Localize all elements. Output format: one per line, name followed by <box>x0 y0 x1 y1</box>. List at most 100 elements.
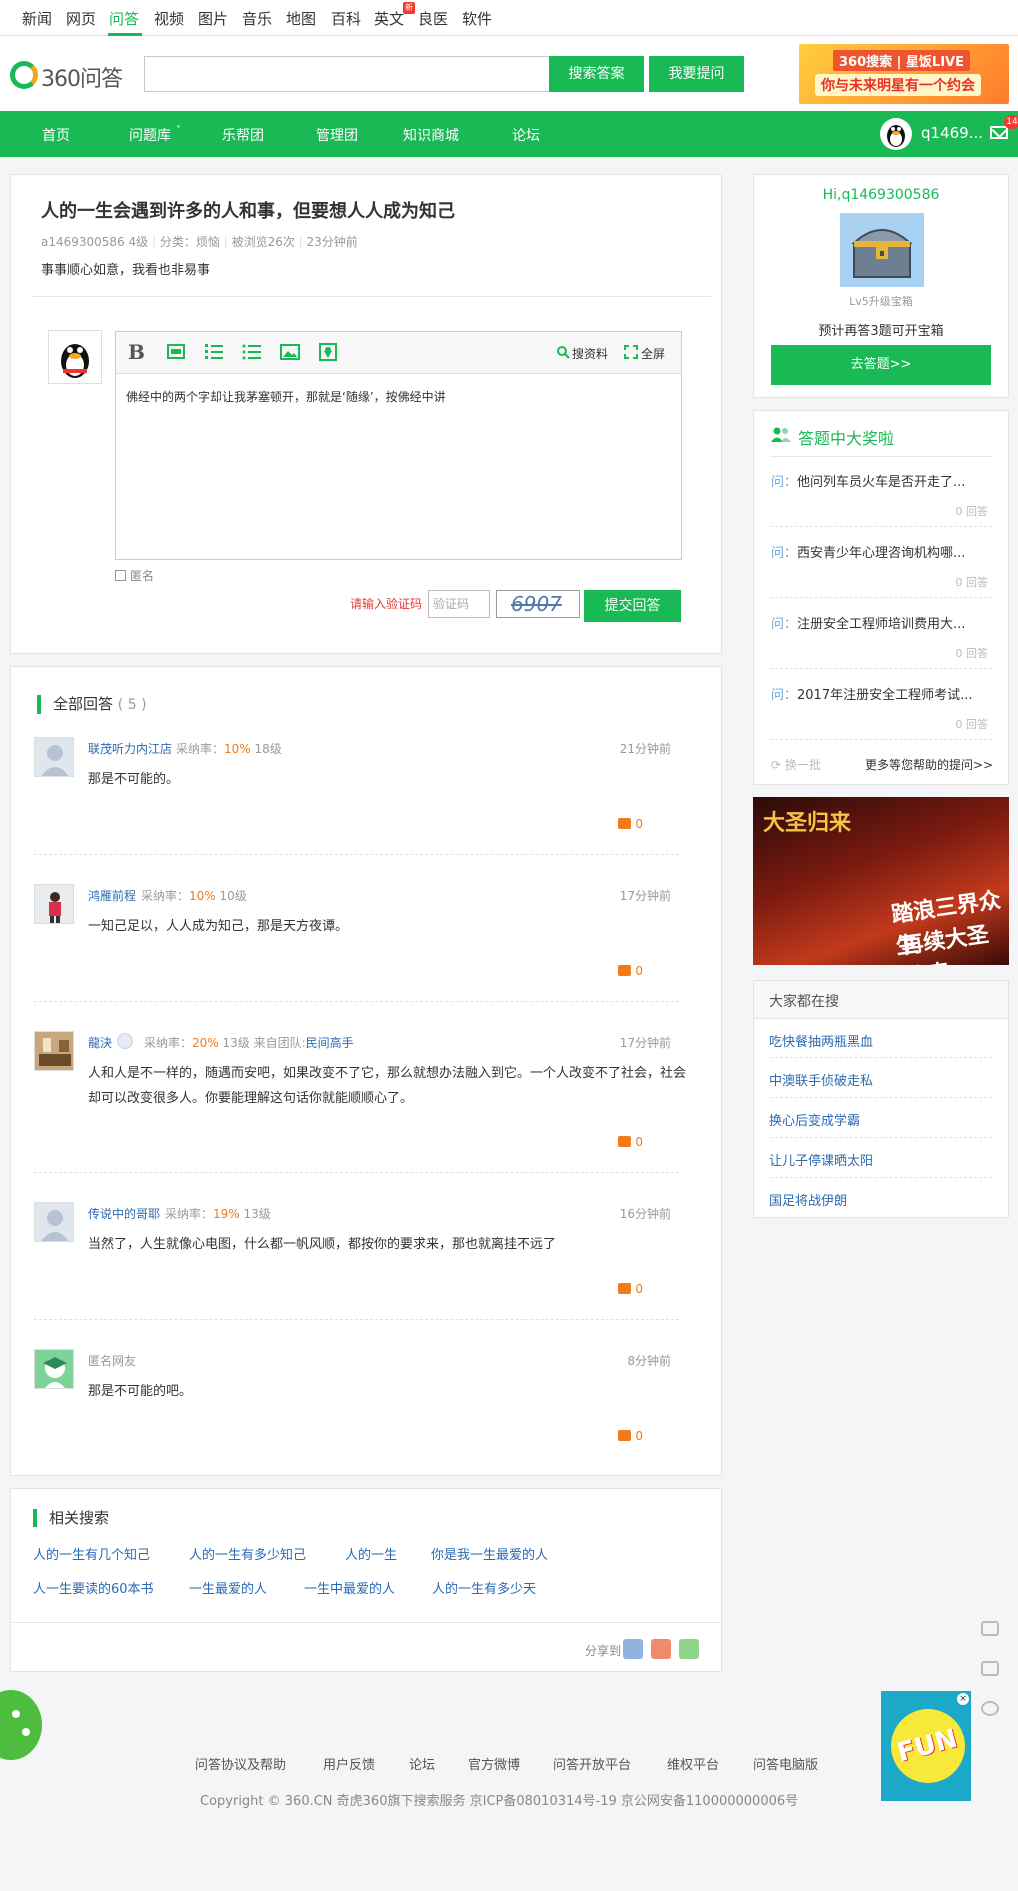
answer-author[interactable]: 传说中的哥耶 <box>88 1205 160 1222</box>
channel-music[interactable]: 音乐 <box>242 8 272 29</box>
related-link[interactable]: 人的一生有多少知己 <box>189 1544 306 1563</box>
mascot-eye <box>22 1728 30 1736</box>
search-input[interactable] <box>144 56 550 92</box>
channel-baike[interactable]: 百科 <box>331 8 361 29</box>
hot-search-link[interactable]: 中澳联手侦破走私 <box>769 1070 873 1089</box>
footer-link[interactable]: 问答开放平台 <box>553 1754 631 1773</box>
channel-web[interactable]: 网页 <box>66 8 96 29</box>
divider <box>770 739 992 740</box>
hot-search-link[interactable]: 让儿子停课晒太阳 <box>769 1150 873 1169</box>
answer-item: 龍決 采纳率：20% 13级 来自团队:民间高手 17分钟前 人和人是不一样的，… <box>11 1031 701 1201</box>
anonymous-checkbox[interactable]: 匿名 <box>115 567 154 584</box>
mascot-widget[interactable] <box>0 1690 44 1776</box>
nav-home[interactable]: 首页 <box>42 125 70 145</box>
ordered-list-icon[interactable] <box>204 342 224 362</box>
mail-count-badge: 14 <box>1004 115 1018 129</box>
feedback-button[interactable] <box>972 1612 1008 1648</box>
like-button[interactable]: 0 <box>618 817 643 831</box>
close-icon[interactable]: × <box>957 1693 969 1705</box>
answer-author[interactable]: 鸿雁前程 <box>88 887 136 904</box>
code-icon[interactable] <box>166 342 186 362</box>
qzone-share-icon[interactable] <box>623 1639 643 1659</box>
answer-text: 一知己足以，人人成为知己，那是天方夜谭。 <box>88 919 349 934</box>
channel-news[interactable]: 新闻 <box>22 8 52 29</box>
nav-question-bank[interactable]: 问题库 <box>129 125 171 145</box>
like-button[interactable]: 0 <box>618 964 643 978</box>
answer-author[interactable]: 龍決 <box>88 1034 112 1051</box>
verify-code-label: 请输入验证码 <box>350 597 423 611</box>
nav-lebangtuan[interactable]: 乐帮团 <box>222 125 264 145</box>
search-answer-button[interactable]: 搜索答案 <box>549 56 644 92</box>
hot-search-link[interactable]: 换心后变成学霸 <box>769 1110 860 1129</box>
related-link[interactable]: 人的一生有多少天 <box>432 1578 536 1597</box>
like-button[interactable]: 0 <box>618 1429 643 1443</box>
more-questions-link[interactable]: 更多等您帮助的提问>> <box>865 756 993 773</box>
avatar[interactable] <box>34 1031 74 1071</box>
nav-knowledge-mall[interactable]: 知识商城 <box>403 125 459 145</box>
prize-question[interactable]: 问：西安青少年心理咨询机构哪... <box>771 542 965 561</box>
related-link[interactable]: 一生最爱的人 <box>189 1578 267 1597</box>
like-button[interactable]: 0 <box>618 1135 643 1149</box>
user-card: Hi,q1469300586 Lv5升级宝箱 预计再答3题可开宝箱 去答题>> <box>753 174 1009 398</box>
nav-forum[interactable]: 论坛 <box>512 125 540 145</box>
wechat-share-icon[interactable] <box>679 1639 699 1659</box>
game-ad-banner[interactable]: 大圣归来 踏浪三界众生 再续大圣传奇 <box>753 797 1009 965</box>
search-icon[interactable] <box>556 345 570 359</box>
weibo-float-button[interactable] <box>972 1692 1008 1728</box>
go-answer-button[interactable]: 去答题>> <box>771 345 991 385</box>
channel-software[interactable]: 软件 <box>462 8 492 29</box>
map-pin-icon[interactable] <box>318 342 338 362</box>
related-link[interactable]: 人的一生 <box>345 1544 397 1563</box>
nav-guanlituan[interactable]: 管理团 <box>316 125 358 145</box>
user-avatar[interactable] <box>880 118 912 150</box>
channel-image[interactable]: 图片 <box>198 8 228 29</box>
editor-content[interactable]: 佛经中的两个字却让我茅塞顿开，那就是‘随缘’，按佛经中讲 <box>126 388 446 405</box>
prize-question[interactable]: 问：他问列车员火车是否开走了... <box>771 471 965 490</box>
prize-question[interactable]: 问：注册安全工程师培训费用大... <box>771 613 965 632</box>
unordered-list-icon[interactable] <box>242 342 262 362</box>
related-link[interactable]: 一生中最爱的人 <box>304 1578 395 1597</box>
header-ad-banner[interactable]: 360搜索 | 星饭LIVE 你与未来明星有一个约会 <box>799 44 1009 104</box>
footer-link[interactable]: 用户反馈 <box>323 1754 375 1773</box>
avatar[interactable] <box>34 884 74 924</box>
captcha-image[interactable]: 6907 <box>496 590 580 618</box>
like-button[interactable]: 0 <box>618 1282 643 1296</box>
bold-icon[interactable]: B <box>128 340 148 364</box>
fullscreen-icon[interactable] <box>624 345 638 359</box>
footer-link[interactable]: 问答电脑版 <box>753 1754 818 1773</box>
avatar[interactable] <box>34 737 74 777</box>
footer-link[interactable]: 官方微博 <box>468 1754 520 1773</box>
fullscreen-button[interactable]: 全屏 <box>641 345 665 362</box>
footer-link[interactable]: 论坛 <box>409 1754 435 1773</box>
refresh-button[interactable]: ⟳ 换一批 <box>771 756 821 773</box>
verify-code-input[interactable]: 验证码 <box>428 590 490 618</box>
team-link[interactable]: 民间高手 <box>306 1036 354 1050</box>
related-link[interactable]: 人的一生有几个知己 <box>33 1544 150 1563</box>
hot-search-link[interactable]: 国足将战伊朗 <box>769 1190 847 1209</box>
search-material-button[interactable]: 搜资料 <box>572 345 608 362</box>
footer-link[interactable]: 问答协议及帮助 <box>195 1754 286 1773</box>
ask-question-button[interactable]: 我要提问 <box>649 56 744 92</box>
image-icon[interactable] <box>280 342 300 362</box>
weibo-share-icon[interactable] <box>651 1639 671 1659</box>
footer-link[interactable]: 维权平台 <box>667 1754 719 1773</box>
related-link[interactable]: 你是我一生最爱的人 <box>431 1544 548 1563</box>
channel-map[interactable]: 地图 <box>286 8 316 29</box>
channel-english[interactable]: 英文 <box>374 8 404 29</box>
answer-author[interactable]: 联茂听力内江店 <box>88 740 172 757</box>
user-name[interactable]: q1469... <box>921 124 983 142</box>
prize-question[interactable]: 问：2017年注册安全工程师考试... <box>771 684 973 703</box>
channel-qa[interactable]: 问答 <box>109 8 139 29</box>
channel-liangyi[interactable]: 良医 <box>418 8 448 29</box>
fun-ad-banner[interactable]: FUN × <box>881 1691 971 1801</box>
comment-button[interactable] <box>972 1652 1008 1688</box>
hot-search-link[interactable]: 吃快餐抽两瓶黑血 <box>769 1031 873 1050</box>
submit-answer-button[interactable]: 提交回答 <box>584 590 681 622</box>
related-link[interactable]: 人一生要读的60本书 <box>33 1578 154 1597</box>
avatar[interactable] <box>34 1202 74 1242</box>
channel-video[interactable]: 视频 <box>154 8 184 29</box>
site-logo[interactable]: 360问答 <box>10 58 132 92</box>
question-author[interactable]: a1469300586 <box>41 235 125 249</box>
penguin-avatar-icon <box>61 344 89 378</box>
mail-icon[interactable] <box>990 126 1008 139</box>
